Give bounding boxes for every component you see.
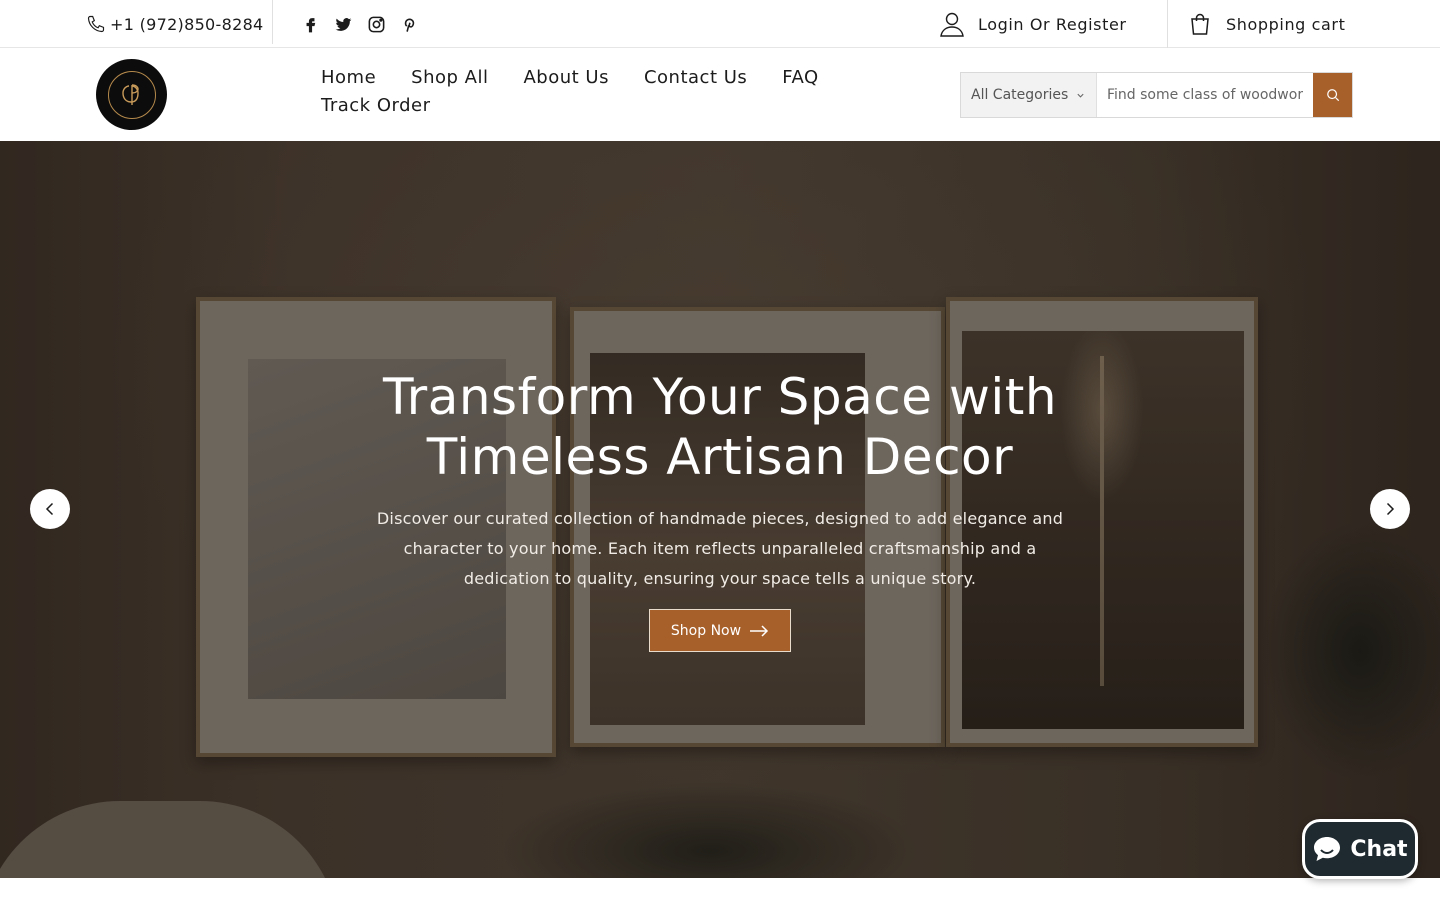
logo-mark — [107, 70, 156, 119]
hero-slider: Transform Your Space with Timeless Artis… — [0, 141, 1440, 878]
search-button[interactable] — [1313, 73, 1352, 117]
store-logo[interactable] — [96, 59, 167, 130]
login-label: Login Or Register — [978, 14, 1127, 34]
nav-item-shop-all[interactable]: Shop All — [411, 66, 488, 90]
shopping-bag-icon — [1191, 13, 1209, 35]
search-bar: All Categories — [960, 72, 1353, 118]
shop-now-label: Shop Now — [670, 622, 742, 639]
pinterest-icon[interactable] — [399, 12, 419, 36]
divider — [272, 0, 273, 44]
category-label: All Categories — [971, 87, 1069, 103]
top-utility-bar: +1 (972)850-8284 Login Or Register Shopp… — [0, 0, 1440, 48]
logo-monogram-icon — [121, 83, 139, 105]
slider-next-button[interactable] — [1370, 489, 1410, 529]
user-icon — [940, 12, 964, 37]
arrow-right-icon — [750, 624, 769, 637]
social-links — [300, 12, 419, 36]
search-icon — [1326, 89, 1339, 102]
chat-widget-button[interactable]: Chat — [1302, 819, 1418, 879]
slider-prev-button[interactable] — [30, 489, 70, 529]
search-input[interactable] — [1097, 73, 1313, 117]
nav-item-about-us[interactable]: About Us — [523, 66, 609, 90]
cart-label: Shopping cart — [1226, 14, 1346, 34]
phone-link[interactable]: +1 (972)850-8284 — [86, 12, 264, 36]
facebook-icon[interactable] — [300, 12, 320, 36]
hero-title: Transform Your Space with Timeless Artis… — [382, 368, 1058, 486]
nav-item-track-order[interactable]: Track Order — [321, 94, 430, 118]
nav-item-contact-us[interactable]: Contact Us — [644, 66, 747, 90]
twitter-icon[interactable] — [333, 12, 353, 36]
nav-item-home[interactable]: Home — [321, 66, 376, 90]
hero-description: Discover our curated collection of handm… — [376, 509, 1064, 588]
shopping-cart-link[interactable]: Shopping cart — [1188, 10, 1345, 38]
chevron-left-icon — [45, 502, 54, 516]
category-select[interactable]: All Categories — [961, 73, 1097, 117]
instagram-icon[interactable] — [366, 12, 386, 36]
divider — [1167, 0, 1168, 48]
chat-bubble-icon — [1314, 837, 1341, 861]
login-register-link[interactable]: Login Or Register — [938, 8, 1127, 40]
phone-number: +1 (972)850-8284 — [110, 14, 264, 34]
phone-icon — [87, 15, 105, 33]
shop-now-button[interactable]: Shop Now — [649, 609, 791, 652]
main-header: Home Shop All About Us Contact Us FAQ Tr… — [0, 49, 1440, 141]
main-navigation: Home Shop All About Us Contact Us FAQ Tr… — [321, 66, 861, 118]
chat-label: Chat — [1350, 836, 1408, 862]
chevron-down-icon — [1077, 93, 1084, 98]
chevron-right-icon — [1386, 502, 1395, 516]
nav-item-faq[interactable]: FAQ — [782, 66, 818, 90]
